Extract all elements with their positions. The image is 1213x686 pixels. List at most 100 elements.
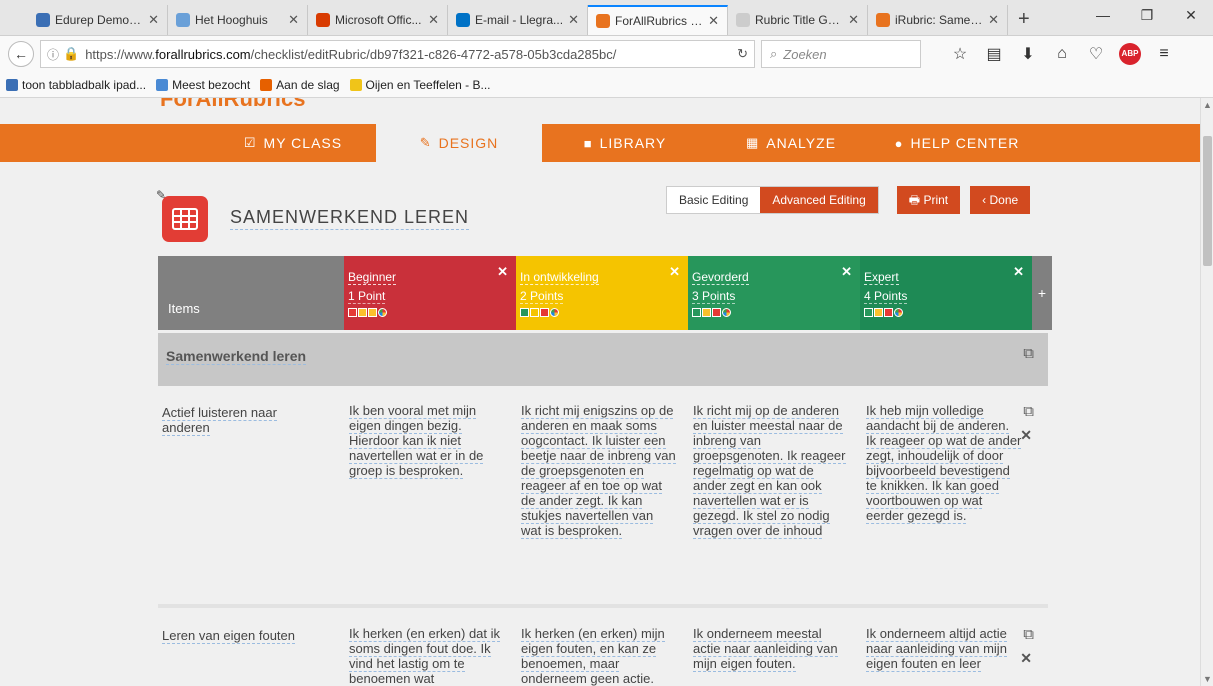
criterion-description[interactable]: Ik onderneem meestal actie naar aanleidi… <box>693 626 849 672</box>
rubric-title[interactable]: SAMENWERKEND LEREN <box>230 207 470 230</box>
browser-tab[interactable]: Het Hooghuis ✕ <box>168 5 308 35</box>
bookmark-star-icon[interactable]: ☆ <box>943 44 977 64</box>
add-level-button[interactable]: + <box>1032 256 1052 330</box>
menu-icon[interactable]: ≡ <box>1147 45 1181 63</box>
adblock-icon[interactable]: ABP <box>1119 43 1141 65</box>
nav-item-help-center[interactable]: ● HELP CENTER <box>874 124 1040 162</box>
address-bar[interactable]: ⓘ 🔒 https://www.forallrubrics.com/checkl… <box>40 40 755 68</box>
reload-icon[interactable]: ↻ <box>737 46 748 62</box>
tab-favicon <box>596 14 610 28</box>
browser-tab[interactable]: Rubric Title Goes H... ✕ <box>728 5 868 35</box>
minimize-icon[interactable]: — <box>1081 0 1125 30</box>
close-tab-icon[interactable]: ✕ <box>288 12 299 28</box>
level-name[interactable]: Beginner <box>348 270 397 285</box>
browser-tab[interactable]: E-mail - Llegra... ✕ <box>448 5 588 35</box>
delete-level-icon[interactable]: ✕ <box>841 264 852 280</box>
page-scrollbar[interactable]: ▲ ▼ <box>1200 98 1213 686</box>
color-swatch[interactable] <box>864 308 873 317</box>
level-points[interactable]: 4 Points <box>864 289 908 304</box>
copy-icon[interactable]: ⧉ <box>1023 403 1034 420</box>
home-icon[interactable]: ⌂ <box>1045 45 1079 63</box>
color-swatch[interactable] <box>702 308 711 317</box>
scroll-down-icon[interactable]: ▼ <box>1203 674 1212 684</box>
level-points[interactable]: 3 Points <box>692 289 736 304</box>
delete-level-icon[interactable]: ✕ <box>669 264 680 280</box>
rubric-header-row: Items Beginner 1 Point ✕ In ontwikkeling 2 P… <box>158 256 1052 330</box>
bookmark-item[interactable]: Oijen en Teeffelen - B... <box>349 78 491 92</box>
done-button[interactable]: ‹ Done <box>970 186 1031 214</box>
color-swatch[interactable] <box>874 308 883 317</box>
color-wheel-icon[interactable] <box>550 308 559 317</box>
color-swatch[interactable] <box>368 308 377 317</box>
copy-icon[interactable]: ⧉ <box>1023 345 1034 362</box>
restore-icon[interactable]: ❐ <box>1125 0 1169 30</box>
scroll-thumb[interactable] <box>1203 136 1212 266</box>
nav-item-library[interactable]: ■ LIBRARY <box>542 124 708 162</box>
basic-editing-button[interactable]: Basic Editing <box>667 187 761 213</box>
color-swatch[interactable] <box>530 308 539 317</box>
color-swatch[interactable] <box>692 308 701 317</box>
color-wheel-icon[interactable] <box>722 308 731 317</box>
color-swatch[interactable] <box>884 308 893 317</box>
criterion-description[interactable]: Ik richt mij op de anderen en luister me… <box>693 403 849 539</box>
color-swatch[interactable] <box>358 308 367 317</box>
level-name[interactable]: In ontwikkeling <box>520 270 599 285</box>
level-name[interactable]: Gevorderd <box>692 270 749 285</box>
criterion-description[interactable]: Ik herken (en erken) dat ik soms dingen … <box>349 626 505 686</box>
back-button[interactable]: ← <box>8 41 34 67</box>
level-points[interactable]: 1 Point <box>348 289 386 304</box>
bookmark-icon <box>349 78 362 91</box>
delete-level-icon[interactable]: ✕ <box>497 264 508 280</box>
advanced-editing-button[interactable]: Advanced Editing <box>760 187 878 213</box>
criterion-description[interactable]: Ik onderneem altijd actie naar aanleidin… <box>866 626 1022 672</box>
section-title[interactable]: Samenwerkend leren <box>166 348 307 365</box>
criterion-description[interactable]: Ik richt mij enigszins op de anderen en … <box>521 403 677 539</box>
close-tab-icon[interactable]: ✕ <box>708 13 719 29</box>
bookmark-item[interactable]: Meest bezocht <box>156 78 250 92</box>
color-swatch[interactable] <box>540 308 549 317</box>
browser-tab[interactable]: Edurep Demon... ✕ <box>28 5 168 35</box>
close-window-icon[interactable]: ✕ <box>1169 0 1213 30</box>
close-tab-icon[interactable]: ✕ <box>988 12 999 28</box>
download-icon[interactable]: ⬇ <box>1011 44 1045 64</box>
search-input[interactable]: ⌕ Zoeken <box>761 40 921 68</box>
level-points[interactable]: 2 Points <box>520 289 564 304</box>
editing-mode-toggle: Basic Editing Advanced Editing <box>666 186 879 214</box>
nav-item-my-class[interactable]: ☑ MY CLASS <box>210 124 376 162</box>
close-tab-icon[interactable]: ✕ <box>148 12 159 28</box>
nav-item-analyze[interactable]: ▦ ANALYZE <box>708 124 874 162</box>
nav-item-design[interactable]: ✎ DESIGN <box>376 124 542 162</box>
close-tab-icon[interactable]: ✕ <box>428 12 439 28</box>
print-button[interactable]: 🖶 Print <box>896 186 961 214</box>
close-tab-icon[interactable]: ✕ <box>848 12 859 28</box>
new-tab-button[interactable]: + <box>1008 8 1040 35</box>
scroll-up-icon[interactable]: ▲ <box>1203 100 1212 110</box>
delete-level-icon[interactable]: ✕ <box>1013 264 1024 280</box>
criterion-description[interactable]: Ik herken (en erken) mijn eigen fouten, … <box>521 626 677 686</box>
color-wheel-icon[interactable] <box>894 308 903 317</box>
browser-tab[interactable]: Microsoft Offic... ✕ <box>308 5 448 35</box>
level-name[interactable]: Expert <box>864 270 899 285</box>
criterion-name[interactable]: Leren van eigen fouten <box>162 628 312 644</box>
color-swatch[interactable] <box>520 308 529 317</box>
pocket-icon[interactable]: ♡ <box>1079 44 1113 64</box>
color-swatch[interactable] <box>348 308 357 317</box>
close-tab-icon[interactable]: ✕ <box>568 12 579 28</box>
info-icon[interactable]: ⓘ <box>47 46 59 63</box>
browser-tab[interactable]: ForAllRubrics | ... ✕ <box>588 5 728 35</box>
site-logo[interactable]: ForAllRubrics <box>160 98 420 108</box>
nav-icon: ✎ <box>419 135 432 150</box>
criterion-description[interactable]: Ik heb mijn volledige aandacht bij de an… <box>866 403 1022 524</box>
copy-icon[interactable]: ⧉ <box>1023 626 1034 643</box>
bookmark-item[interactable]: Aan de slag <box>260 78 340 92</box>
browser-tab[interactable]: iRubric: Samen... ✕ <box>868 5 1008 35</box>
delete-icon[interactable]: ✕ <box>1020 427 1032 444</box>
level-header: In ontwikkeling 2 Points ✕ <box>516 256 688 330</box>
color-swatch[interactable] <box>712 308 721 317</box>
bookmark-item[interactable]: toon tabbladbalk ipad... <box>6 78 146 92</box>
color-wheel-icon[interactable] <box>378 308 387 317</box>
criterion-name[interactable]: Actief luisteren naar anderen <box>162 405 312 436</box>
reading-list-icon[interactable]: ▤ <box>977 44 1011 64</box>
delete-icon[interactable]: ✕ <box>1020 650 1032 667</box>
criterion-description[interactable]: Ik ben vooral met mijn eigen dingen bezi… <box>349 403 505 479</box>
